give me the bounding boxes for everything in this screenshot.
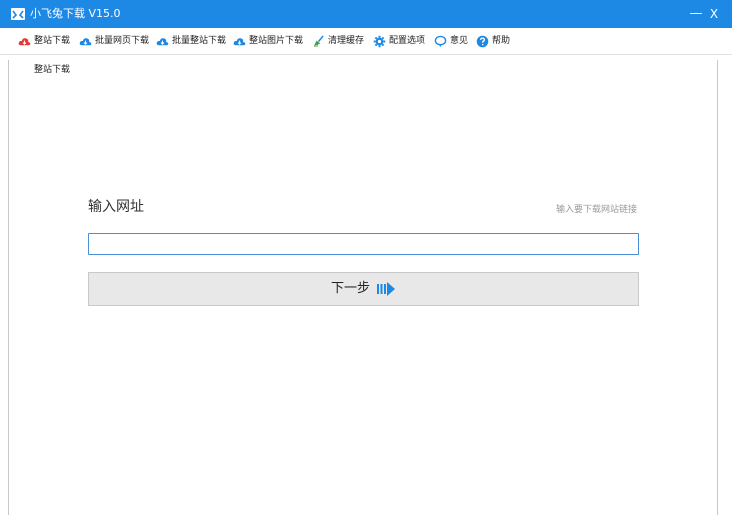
toolbar-batch-page-download-button[interactable]: 批量网页下载	[79, 33, 149, 49]
cloud-download-icon	[233, 37, 246, 45]
help-icon	[476, 35, 489, 47]
toolbar-item-label: 帮助	[492, 36, 511, 46]
toolbar-item-label: 配置选项	[389, 36, 426, 46]
toolbar-settings-button[interactable]: 配置选项	[373, 33, 425, 49]
toolbar-feedback-button[interactable]: 意见	[434, 33, 468, 49]
toolbar-item-label: 意见	[450, 36, 469, 46]
tab-site-download[interactable]: 整站下载	[34, 62, 70, 78]
arrow-right-icon	[377, 282, 395, 296]
toolbar-item-label: 整站图片下载	[249, 36, 304, 46]
toolbar-item-label: 清理缓存	[328, 36, 365, 46]
toolbar-item-label: 整站下载	[34, 36, 71, 46]
toolbar-site-image-download-button[interactable]: 整站图片下载	[233, 33, 303, 49]
url-label: 输入网址	[88, 199, 144, 215]
toolbar-item-label: 批量网页下载	[95, 36, 150, 46]
cloud-download-icon	[18, 37, 31, 45]
toolbar-help-button[interactable]: 帮助	[476, 33, 510, 49]
cloud-download-icon	[156, 37, 169, 45]
toolbar-site-download-button[interactable]: 整站下载	[18, 33, 70, 49]
window-title: 小飞兔下载 V15.0	[30, 7, 121, 20]
toolbar-clear-cache-button[interactable]: 清理缓存	[312, 33, 364, 49]
close-button[interactable]: X	[706, 5, 722, 23]
cloud-download-icon	[79, 37, 92, 45]
url-hint: 输入要下载网站链接	[555, 205, 637, 215]
next-step-button[interactable]: 下一步	[88, 272, 639, 306]
toolbar-item-label: 批量整站下载	[172, 36, 227, 46]
url-input[interactable]	[88, 233, 639, 255]
next-step-label: 下一步	[330, 281, 370, 296]
broom-icon	[313, 34, 324, 47]
app-logo-icon	[11, 8, 25, 20]
toolbar-batch-site-download-button[interactable]: 批量整站下载	[156, 33, 226, 49]
title-bar: 小飞兔下载 V15.0 — X	[0, 0, 732, 28]
gear-icon	[373, 35, 386, 47]
minimize-button[interactable]: —	[688, 5, 704, 23]
comment-icon	[434, 35, 447, 47]
toolbar: 整站下载 批量网页下载 批量整站下载 整站图片下载 清理缓存 配置选项 意见 帮…	[0, 28, 732, 55]
